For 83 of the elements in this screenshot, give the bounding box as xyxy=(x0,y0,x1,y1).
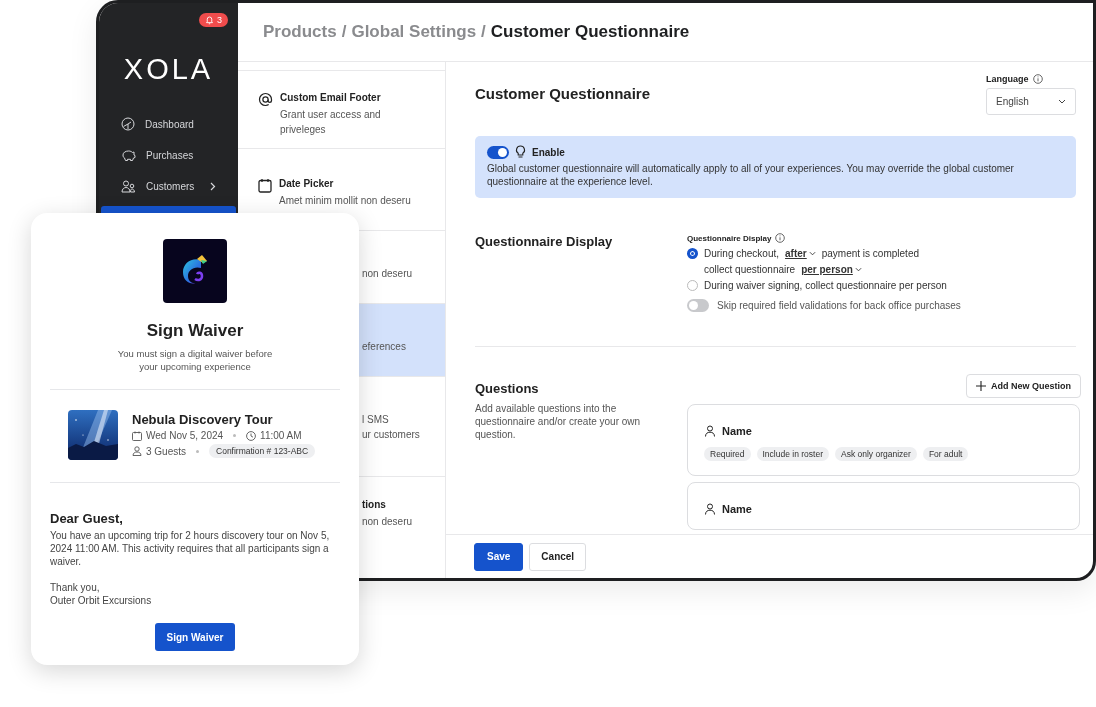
calendar-icon xyxy=(132,430,142,441)
section-heading: Questions xyxy=(475,381,540,396)
nav-item[interactable]: Dashboard xyxy=(101,113,236,135)
settings-list-item[interactable]: Custom Email Footer Grant user access and priveleges xyxy=(238,70,445,148)
message-text: You have an upcoming trip for 2 hours discovery tour on Nov 5, 2024 11:00 AM. This activity requires that all participants sign a waiver. xyxy=(50,529,331,568)
signoff-text: Thank you, xyxy=(50,581,101,594)
radio-button[interactable] xyxy=(687,280,698,291)
tour-name: Nebula Discovery Tour xyxy=(132,412,274,427)
person-icon xyxy=(704,503,716,515)
notification-badge[interactable]: 3 xyxy=(199,13,228,27)
question-label: Name xyxy=(722,425,752,437)
radio-button[interactable] xyxy=(687,248,698,259)
add-question-button[interactable]: Add New Question xyxy=(966,374,1081,398)
signoff-text: Outer Orbit Excursions xyxy=(50,594,153,607)
settings-description: non deseru xyxy=(362,515,413,528)
section-heading: Questionnaire Display xyxy=(475,234,614,251)
section-description: Add available questions into the questionnaire and/or create your own question. xyxy=(475,402,642,441)
question-label: Name xyxy=(722,503,752,515)
plus-icon xyxy=(976,381,986,391)
save-button[interactable]: Save xyxy=(474,542,524,571)
field-label: Questionnaire Display xyxy=(687,233,772,243)
option-text: payment is completed xyxy=(821,247,919,260)
settings-title: Custom Email Footer xyxy=(280,92,381,103)
card-subtitle: You must sign a digital waiver before your upcoming experience xyxy=(116,347,274,373)
piggy-bank-icon xyxy=(121,148,136,162)
guest-count: 3 Guests xyxy=(146,445,187,457)
clock-icon xyxy=(246,430,257,441)
banner-text: Global customer questionnaire will automatically apply to all of your experiences. You may override the global customer questionnaire at the experience level. xyxy=(487,162,1015,188)
language-select[interactable]: English xyxy=(986,88,1076,115)
cancel-button[interactable]: Cancel xyxy=(529,542,587,571)
settings-description: l SMS xyxy=(362,413,390,426)
inline-dropdown[interactable]: per person xyxy=(801,263,862,276)
settings-description: Grant user access and xyxy=(280,108,381,121)
option-text: collect questionnaire xyxy=(704,263,796,276)
option-text: During checkout, xyxy=(704,247,780,260)
breadcrumb-separator: / xyxy=(481,22,486,42)
bell-icon xyxy=(205,15,214,25)
logo: XOLA xyxy=(122,53,215,86)
tag: For adult xyxy=(922,447,969,461)
sign-waiver-button[interactable]: Sign Waiver xyxy=(154,623,236,651)
chevron-down-icon xyxy=(808,251,816,256)
breadcrumb-item: Customer Questionnaire xyxy=(490,22,690,42)
gauge-icon xyxy=(121,117,135,131)
card-title: Sign Waiver xyxy=(146,321,244,341)
settings-description: non deseru xyxy=(362,267,413,280)
info-icon xyxy=(775,233,786,243)
toggle-label: Skip required field validations for back office purchases xyxy=(717,300,961,311)
person-icon xyxy=(704,425,716,437)
breadcrumb-separator: / xyxy=(341,22,347,42)
lightbulb-icon xyxy=(515,145,526,159)
chevron-down-icon xyxy=(854,267,862,272)
settings-description: Amet minim mollit non deseru xyxy=(279,194,411,207)
person-icon xyxy=(132,446,142,456)
greeting: Dear Guest, xyxy=(50,511,124,526)
notification-count: 3 xyxy=(217,15,222,25)
question-card[interactable]: Name xyxy=(687,482,1080,530)
field-label: Language xyxy=(986,74,1029,84)
nav-item[interactable]: Purchases xyxy=(101,144,236,166)
people-icon xyxy=(121,179,136,193)
settings-title: tions xyxy=(362,499,387,510)
tour-time: 11:00 AM xyxy=(260,430,302,441)
page-title: Customer Questionnaire xyxy=(475,85,651,102)
tag: Include in roster xyxy=(756,447,829,461)
nav-item[interactable]: Customers xyxy=(101,175,236,197)
settings-description: priveleges xyxy=(280,123,327,136)
toggle-label: Enable xyxy=(532,146,565,158)
at-sign-icon xyxy=(258,92,273,107)
app-logo xyxy=(163,239,227,303)
tag: Required xyxy=(704,447,751,461)
settings-title: Date Picker xyxy=(279,178,335,189)
chevron-down-icon xyxy=(1058,99,1066,104)
toggle-switch[interactable] xyxy=(687,299,709,312)
calendar-icon xyxy=(258,178,272,193)
tag: Ask only organizer xyxy=(835,447,917,461)
tour-date: Wed Nov 5, 2024 xyxy=(146,430,224,441)
confirmation-tag: Confirmation # 123-ABC xyxy=(209,444,316,458)
info-icon xyxy=(1032,74,1043,84)
settings-description: ur customers xyxy=(362,428,420,441)
question-card[interactable]: Name Required Include in roster Ask only organizer For adult xyxy=(687,404,1080,476)
toggle-switch[interactable] xyxy=(487,145,509,159)
settings-description: eferences xyxy=(362,340,406,353)
option-text: During waiver signing, collect questionnaire per person xyxy=(704,279,947,292)
inline-dropdown[interactable]: after xyxy=(785,247,816,260)
